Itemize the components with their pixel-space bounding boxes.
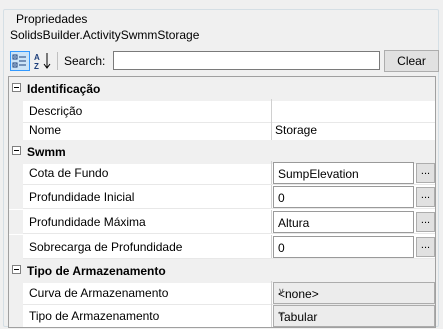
collapse-toggle-icon[interactable] [12, 146, 21, 155]
property-value: Storage [275, 123, 318, 137]
value-input[interactable]: SumpElevation [273, 162, 414, 184]
svg-text:Z: Z [34, 62, 39, 71]
property-name: Cota de Fundo [29, 166, 109, 180]
property-row-profundidade-inicial[interactable]: Profundidade Inicial 0 ... [9, 185, 435, 209]
property-value-cell[interactable]: 0 ... [271, 185, 435, 209]
chevron-down-icon: ∨ [278, 286, 285, 296]
property-name: Tipo de Armazenamento [29, 309, 160, 323]
property-row-profundidade-maxima[interactable]: Profundidade Máxima Altura ... [9, 210, 435, 234]
property-row-tipo-de-armazenamento[interactable]: Tipo de Armazenamento Tabular ∨ [9, 304, 435, 327]
category-identificacao[interactable]: Identificação [9, 77, 435, 101]
value-input[interactable]: 0 [273, 236, 414, 258]
property-name: Sobrecarga de Profundidade [29, 240, 183, 254]
categorized-view-icon [12, 54, 26, 68]
category-tipo-de-armazenamento[interactable]: Tipo de Armazenamento [9, 259, 435, 283]
clear-button[interactable]: Clear [384, 50, 439, 72]
property-value-cell[interactable]: 0 ... [271, 235, 435, 259]
categorized-view-button[interactable] [10, 51, 30, 71]
property-name: Profundidade Máxima [29, 215, 146, 229]
property-name: Descrição [29, 104, 83, 118]
property-value-cell[interactable]: Tabular ∨ [271, 304, 435, 327]
svg-text:A: A [34, 53, 40, 62]
property-grid: Identificação Descrição Nome Storage Swm… [8, 76, 436, 328]
value-dropdown[interactable]: <none> ∨ [273, 282, 435, 304]
property-value-cell[interactable]: Storage [271, 118, 435, 142]
ellipsis-button[interactable]: ... [416, 212, 435, 232]
property-value-cell[interactable]: Altura ... [271, 210, 435, 234]
alphabetical-sort-icon: A Z [34, 53, 51, 71]
property-row-cota-de-fundo[interactable]: Cota de Fundo SumpElevation ... [9, 161, 435, 185]
search-label: Search: [64, 54, 106, 68]
group-title: Propriedades [14, 12, 90, 26]
property-value-cell[interactable]: <none> ∨ [271, 281, 435, 305]
collapse-toggle-icon[interactable] [12, 265, 21, 274]
ellipsis-button[interactable]: ... [416, 237, 435, 257]
ellipsis-button[interactable]: ... [416, 163, 435, 183]
search-input[interactable] [113, 51, 380, 70]
property-grid-toolbar: A Z Search: Clear [8, 49, 439, 73]
value-dropdown[interactable]: Tabular ∨ [273, 305, 435, 327]
value-input[interactable]: Altura [273, 211, 414, 233]
chevron-down-icon: ∨ [278, 309, 285, 319]
toolbar-separator [57, 52, 58, 70]
selected-object-name: SolidsBuilder.ActivitySwmmStorage [10, 28, 200, 42]
property-row-nome[interactable]: Nome Storage [9, 118, 435, 142]
value-input[interactable]: 0 [273, 186, 414, 208]
property-value-cell[interactable]: SumpElevation ... [271, 161, 435, 185]
category-label: Swmm [27, 145, 66, 159]
category-label: Tipo de Armazenamento [27, 264, 166, 278]
property-row-curva-de-armazenamento[interactable]: Curva de Armazenamento <none> ∨ [9, 281, 435, 305]
property-name: Nome [29, 123, 62, 137]
ellipsis-button[interactable]: ... [416, 187, 435, 207]
collapse-toggle-icon[interactable] [12, 83, 21, 92]
alphabetical-sort-button[interactable]: A Z [33, 51, 53, 71]
category-label: Identificação [27, 82, 101, 96]
property-name: Curva de Armazenamento [29, 286, 169, 300]
property-row-sobrecarga-de-profundidade[interactable]: Sobrecarga de Profundidade 0 ... [9, 235, 435, 259]
property-name: Profundidade Inicial [29, 190, 135, 204]
